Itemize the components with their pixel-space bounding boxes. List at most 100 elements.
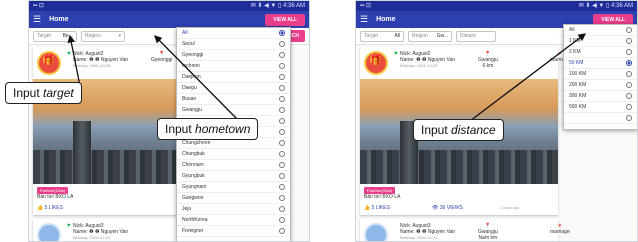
radio-icon[interactable] [626, 38, 632, 44]
radio-icon[interactable] [279, 184, 285, 190]
region-option[interactable]: Gwangju [177, 105, 290, 116]
radio-icon[interactable] [279, 107, 285, 113]
region-option[interactable]: Gangwon [177, 193, 290, 204]
radio-icon[interactable] [279, 30, 285, 36]
distance-option[interactable]: 100 KM [564, 69, 637, 80]
radio-icon[interactable] [279, 228, 285, 234]
radio-icon[interactable] [626, 82, 632, 88]
callout-prefix: Input [421, 123, 452, 137]
post-title: Bản tin! BXO LA [37, 194, 74, 200]
region-option-label: Chungcheon [182, 140, 211, 146]
likes-text: 5 LIKES [44, 205, 63, 211]
callout-keyword: hometown [195, 122, 251, 136]
distance-text: Nam km [478, 235, 498, 241]
callout-keyword: target [43, 86, 74, 100]
view-all-button[interactable]: VIEW ALL [265, 13, 305, 26]
region-value: Gw... [436, 33, 448, 39]
author-info: Nick: August3 Name: ❷ ❷ Nguyen Van Birth… [400, 223, 455, 241]
radio-icon[interactable] [279, 195, 285, 201]
distance-option[interactable]: 2 KM [564, 47, 637, 58]
distance-option[interactable]: 1 KM [564, 36, 637, 47]
radio-icon[interactable] [279, 52, 285, 58]
likes-text: 5 LIKES [371, 205, 390, 211]
region-option[interactable]: Gyeonggi [177, 50, 290, 61]
views-count[interactable]: 👁 36 VIEWS [432, 205, 463, 211]
region-option[interactable]: All [177, 28, 290, 39]
likes-count[interactable]: 👍 5 LIKES [37, 205, 63, 211]
radio-icon[interactable] [626, 115, 632, 121]
radio-icon[interactable] [626, 104, 632, 110]
distance-option[interactable]: All [564, 25, 637, 36]
likes-count[interactable]: 👍 5 LIKES [364, 205, 390, 211]
radio-icon[interactable] [279, 85, 285, 91]
region-option-label: All [182, 30, 188, 36]
distance-text: 6 km [482, 63, 494, 69]
region-option-label: Seoul [182, 41, 195, 47]
distance-option[interactable]: 200 KM [564, 80, 637, 91]
target-select[interactable]: Target Be... [33, 30, 77, 42]
category-tag[interactable]: Fashion(Girls) [364, 187, 396, 194]
post-card[interactable]: Nick: August3 Name: ❷ ❷ Nguyen Van Birth… [360, 219, 570, 241]
distance-option[interactable]: 500 KM [564, 102, 637, 113]
menu-icon[interactable]: ☰ [33, 14, 41, 25]
distance-option[interactable]: 50 KM [564, 58, 637, 69]
radio-icon[interactable] [279, 96, 285, 102]
region-option[interactable]: Chonnam [177, 160, 290, 171]
target-label: Target [37, 33, 51, 39]
radio-icon[interactable] [279, 151, 285, 157]
radio-icon[interactable] [279, 140, 285, 146]
radio-icon[interactable] [279, 173, 285, 179]
region-option[interactable]: Daegu [177, 83, 290, 94]
radio-icon[interactable] [279, 41, 285, 47]
radio-icon[interactable] [279, 206, 285, 212]
radio-icon[interactable] [626, 27, 632, 33]
region-option[interactable]: Incheon [177, 61, 290, 72]
region-option-label: Chungbuk [182, 151, 205, 157]
region-option[interactable]: Seoul [177, 39, 290, 50]
location-info: 📍 Gwangju Nam km [478, 223, 498, 241]
birthday-text: Birthday: 1981-10-25 [73, 63, 111, 68]
region-option[interactable]: Chungbuk [177, 149, 290, 160]
region-option-label: Gangwon [182, 195, 204, 201]
distance-option[interactable]: 300 KM [564, 91, 637, 102]
radio-icon[interactable] [279, 129, 285, 135]
radio-icon[interactable] [626, 60, 632, 66]
callout-prefix: Input [165, 122, 196, 136]
radio-icon[interactable] [279, 162, 285, 168]
callout-input-distance: Input distance [413, 119, 504, 141]
category-tag[interactable]: Fashion(Girls) [37, 187, 69, 194]
status-left: ▪▪ ⊡ [360, 3, 371, 9]
author-info: Nick: August2 Name: ❷ ❷ Nguyen Van Birth… [400, 51, 455, 69]
region-option[interactable]: Gyungbuk [177, 171, 290, 182]
radio-icon[interactable] [279, 217, 285, 223]
avatar [37, 223, 61, 241]
region-select[interactable]: Region ▾ [81, 30, 125, 42]
radio-icon[interactable] [279, 118, 285, 124]
region-option[interactable]: Busan [177, 94, 290, 105]
region-option-label: Jeju [182, 206, 192, 212]
chevron-down-icon: ▾ [118, 33, 121, 39]
radio-icon[interactable] [626, 93, 632, 99]
radio-icon[interactable] [279, 74, 285, 80]
page-title: Home [49, 16, 69, 23]
region-label: Region [85, 33, 101, 39]
region-option-label: Chonnam [182, 162, 204, 168]
region-option[interactable]: Jeju [177, 204, 290, 215]
distance-option-label: 500 KM [569, 104, 587, 110]
heart-icon: ♥ [67, 223, 71, 229]
region-option[interactable]: Foreigner [177, 226, 290, 237]
region-select[interactable]: Region Gw... [408, 30, 452, 42]
radio-icon[interactable] [279, 63, 285, 69]
radio-icon[interactable] [626, 71, 632, 77]
target-select[interactable]: Target All [360, 30, 404, 42]
distance-select[interactable]: Distanc [456, 30, 496, 42]
region-option[interactable]: NorthKorea [177, 215, 290, 226]
target-value: Be... [62, 33, 73, 39]
radio-icon[interactable] [626, 49, 632, 55]
distance-option-label: 200 KM [569, 82, 587, 88]
region-option[interactable]: Daejeon [177, 72, 290, 83]
region-option[interactable]: Gyungnam [177, 182, 290, 193]
distance-dropdown-menu[interactable]: All 1 KM 2 KM 50 KM 100 KM 200 KM 300 KM 500 KM [563, 24, 637, 130]
menu-icon[interactable]: ☰ [360, 14, 368, 25]
distance-option[interactable] [564, 113, 637, 124]
